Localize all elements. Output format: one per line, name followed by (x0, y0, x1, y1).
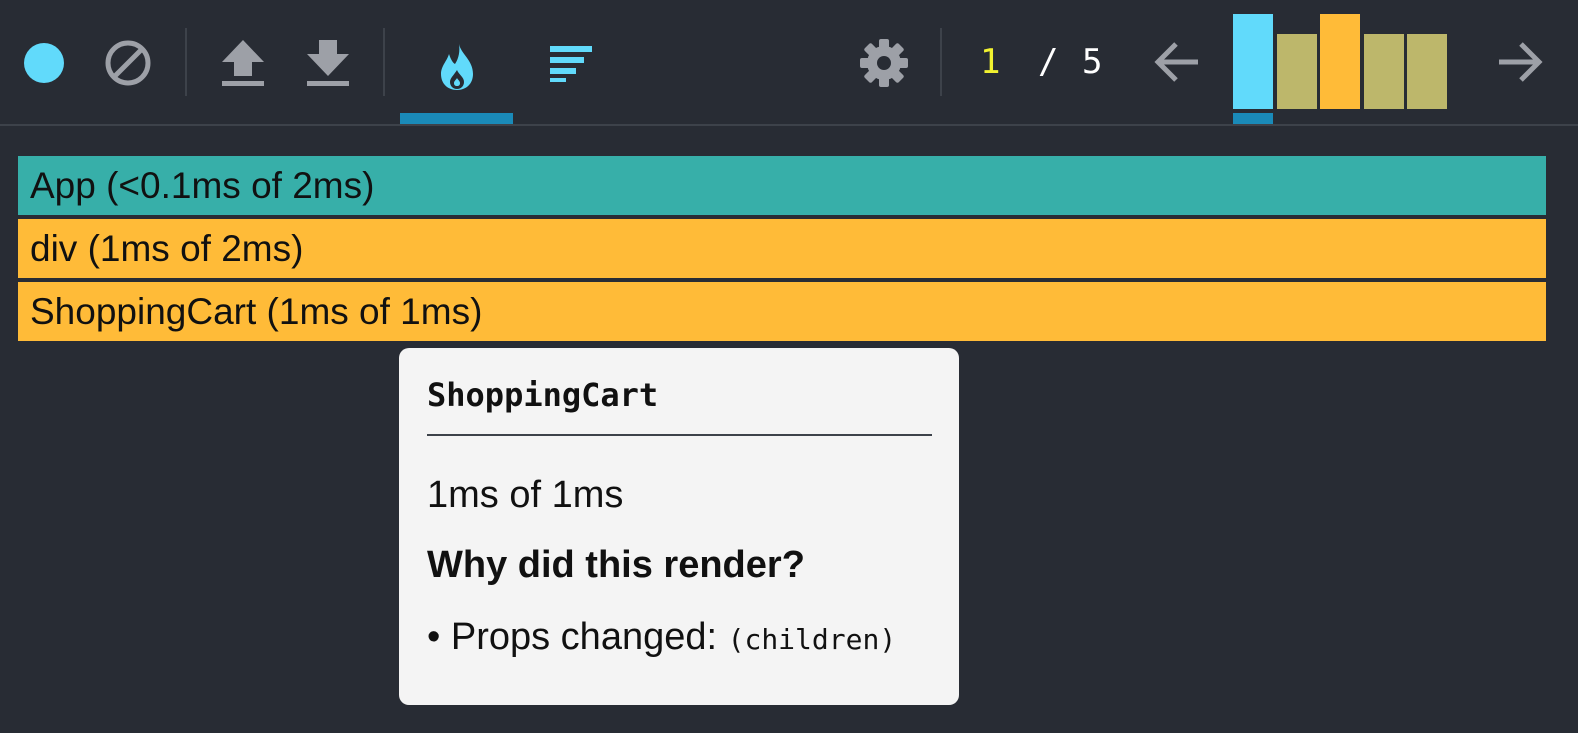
tooltip-divider (427, 434, 932, 436)
reason-props: (children) (727, 623, 897, 656)
commit-bar[interactable] (1233, 14, 1273, 109)
record-icon[interactable] (24, 43, 64, 83)
tooltip-why-heading: Why did this render? (427, 544, 805, 586)
profiler-toolbar: 1 / 5 (0, 0, 1578, 126)
current-commit-index: 1 (980, 42, 1001, 82)
toolbar-divider (185, 28, 187, 96)
flamegraph-node-div[interactable]: div (1ms of 2ms) (18, 219, 1546, 278)
active-tab-indicator (400, 113, 513, 124)
settings-icon[interactable] (858, 37, 910, 89)
download-icon[interactable] (305, 38, 351, 88)
clear-icon[interactable] (104, 39, 152, 87)
selected-commit-indicator (1233, 113, 1273, 124)
reason-prefix: • Props changed: (427, 616, 718, 658)
tooltip-duration: 1ms of 1ms (427, 474, 624, 516)
flamegraph-node-app[interactable]: App (<0.1ms of 2ms) (18, 156, 1546, 215)
commit-bar[interactable] (1320, 14, 1360, 109)
flame-chart-tab[interactable] (400, 20, 513, 113)
next-commit-icon[interactable] (1497, 40, 1543, 84)
previous-commit-icon[interactable] (1154, 40, 1200, 84)
commit-separator: / (1038, 42, 1059, 82)
upload-icon[interactable] (220, 38, 266, 88)
flamegraph-node-shoppingcart[interactable]: ShoppingCart (1ms of 1ms) (18, 282, 1546, 341)
ranked-chart-icon (550, 46, 592, 82)
tooltip-render-reason: • Props changed: (children) (427, 616, 896, 659)
commit-bar[interactable] (1363, 34, 1404, 109)
commit-bar[interactable] (1407, 34, 1447, 109)
ranked-chart-tab[interactable] (540, 40, 600, 84)
toolbar-divider (383, 28, 385, 96)
commit-bar[interactable] (1276, 34, 1317, 109)
component-tooltip: ShoppingCart 1ms of 1ms Why did this ren… (399, 348, 959, 705)
toolbar-divider (940, 28, 942, 96)
total-commits: 5 (1082, 42, 1103, 82)
tooltip-title: ShoppingCart (427, 376, 659, 414)
flame-chart-icon (440, 43, 473, 90)
